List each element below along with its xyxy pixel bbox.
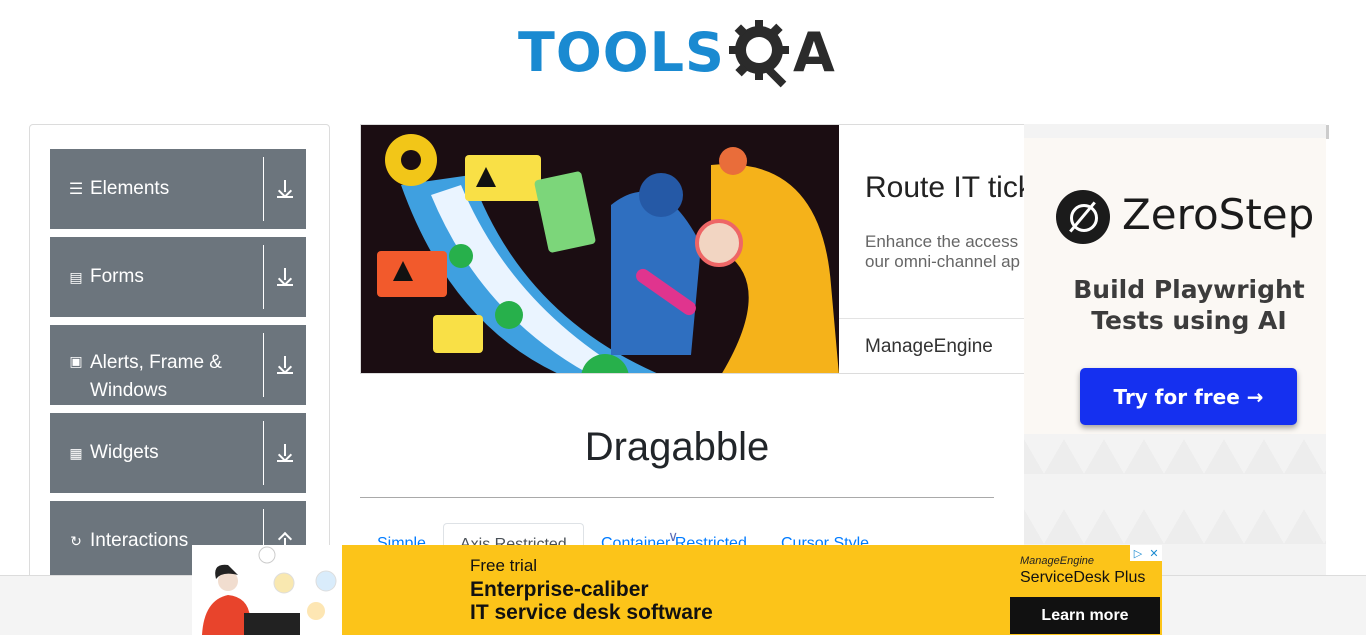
toolsqa-logo[interactable]: TOOLS A	[518, 14, 842, 92]
side-ad-zerostep[interactable]: ZeroStep Build Playwright Tests using AI…	[1024, 124, 1326, 584]
ad-description-line: our omni-channel ap	[865, 252, 1020, 271]
ad-title: Route IT tick	[865, 171, 1033, 204]
ad-headline-line: IT service desk software	[470, 601, 713, 624]
sidebar-group-forms[interactable]: ▤ Forms	[50, 237, 306, 317]
document-icon: ▤	[69, 268, 83, 285]
close-icon[interactable]: ∨	[668, 528, 678, 545]
sidebar-group-label: Widgets	[90, 442, 159, 463]
ad-close-icon[interactable]: ✕	[1146, 545, 1162, 561]
zerostep-logo-icon	[1056, 190, 1110, 244]
ad-illustration	[192, 545, 342, 635]
ad-brand-small: ManageEngine	[1020, 555, 1095, 567]
scrollbar-handle[interactable]	[1326, 125, 1329, 139]
ad-free-trial: Free trial	[470, 556, 538, 575]
sidebar-group-header: ▦ Widgets	[50, 421, 264, 485]
sidebar-group-label: Alerts, Frame & Windows	[90, 352, 222, 397]
logo-a: A	[792, 21, 835, 84]
ad-description-line: Enhance the access	[865, 232, 1019, 251]
menu-icon: ☰	[68, 181, 84, 198]
zerostep-brand: ZeroStep	[1122, 190, 1315, 239]
bottom-ad-servicedesk[interactable]: Free trial Enterprise-caliber IT service…	[192, 545, 1162, 635]
title-divider	[360, 497, 994, 498]
download-icon[interactable]	[264, 237, 306, 317]
ad-divider	[839, 318, 1039, 319]
ad-headline-line: Enterprise-caliber	[470, 578, 649, 601]
sidebar: ☰ Elements ▤ Forms ▣ Alerts, Frame & Win…	[29, 124, 330, 594]
download-icon[interactable]	[264, 413, 306, 493]
logo-text: TOOLS	[518, 21, 725, 84]
page-title: Dragabble	[584, 425, 770, 469]
ad-description: Enhance the access our omni-channel ap	[865, 232, 1020, 272]
zerostep-card: ZeroStep Build Playwright Tests using AI…	[1024, 138, 1326, 434]
logo-gear-icon	[727, 16, 797, 90]
ad-headline: Enterprise-caliber IT service desk softw…	[470, 578, 713, 624]
sidebar-group-label: Forms	[90, 266, 144, 287]
sidebar-group-label: Elements	[90, 178, 170, 199]
sidebar-group-widgets[interactable]: ▦ Widgets	[50, 413, 306, 493]
ad-illustration	[361, 125, 839, 373]
sidebar-group-label: Interactions	[90, 530, 189, 551]
interactions-icon: ↻	[70, 532, 82, 549]
learn-more-button[interactable]: Learn more	[1010, 597, 1160, 634]
window-icon: ▣	[69, 353, 83, 369]
try-for-free-button[interactable]: Try for free →	[1080, 368, 1297, 425]
sidebar-group-elements[interactable]: ☰ Elements	[50, 149, 306, 229]
sidebar-group-header: ▣ Alerts, Frame & Windows	[50, 333, 264, 397]
ad-info-icon[interactable]: ▷	[1130, 545, 1146, 561]
ad-brand: ManageEngine	[865, 336, 993, 357]
download-icon[interactable]	[264, 325, 306, 405]
ad-banner-manageengine[interactable]: Route IT tick Enhance the access our omn…	[360, 124, 1040, 374]
download-icon[interactable]	[264, 149, 306, 229]
zerostep-tagline: Build Playwright Tests using AI	[1073, 275, 1305, 335]
sidebar-group-alerts-frame-windows[interactable]: ▣ Alerts, Frame & Windows	[50, 325, 306, 405]
widgets-icon: ▦	[69, 444, 83, 461]
sidebar-group-header: ▤ Forms	[50, 245, 264, 309]
sidebar-group-header: ☰ Elements	[50, 157, 264, 221]
ad-brand-product: ServiceDesk Plus	[1020, 569, 1146, 586]
ad-controls: ▷ ✕	[1130, 545, 1162, 561]
